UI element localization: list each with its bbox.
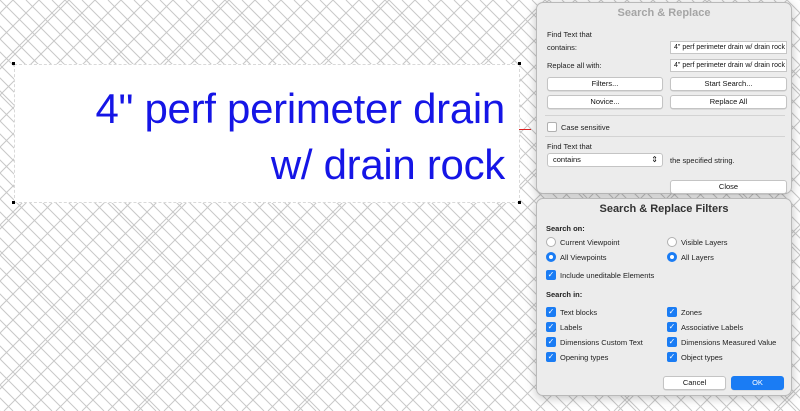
associative-labels-checkbox[interactable]: ✓ [667, 322, 677, 332]
case-sensitive-label: Case sensitive [561, 123, 610, 132]
zones-checkbox[interactable]: ✓ [667, 307, 677, 317]
chevron-updown-icon: ⇕ [651, 155, 658, 164]
ok-button[interactable]: OK [731, 376, 784, 390]
opening-types-label: Opening types [560, 353, 609, 362]
all-viewpoints-label: All Viewpoints [560, 253, 607, 262]
search-replace-dialog: Search & Replace Find Text that contains… [536, 2, 792, 194]
replace-text-field[interactable]: 4" perf perimeter drain w/ drain rock [670, 59, 787, 72]
cancel-button[interactable]: Cancel [663, 376, 726, 390]
all-viewpoints-radio[interactable] [546, 252, 556, 262]
dimensions-measured-value-label: Dimensions Measured Value [681, 338, 777, 347]
selected-text-block[interactable]: 4" perf perimeter drain w/ drain rock [14, 64, 520, 203]
search-on-label: Search on: [546, 224, 585, 233]
match-mode-select[interactable]: contains ⇕ [547, 153, 663, 167]
cursor-crosshair [519, 129, 531, 130]
visible-layers-label: Visible Layers [681, 238, 728, 247]
text-blocks-label: Text blocks [560, 308, 598, 317]
selection-handle[interactable] [12, 201, 15, 204]
find-text-label: Find Text that [547, 30, 592, 39]
start-search-button[interactable]: Start Search... [670, 77, 787, 91]
contains-label: contains: [547, 43, 578, 52]
filters-button[interactable]: Filters... [547, 77, 663, 91]
opening-types-checkbox[interactable]: ✓ [546, 352, 556, 362]
replace-label: Replace all with: [547, 61, 602, 70]
dimensions-custom-text-checkbox[interactable]: ✓ [546, 337, 556, 347]
current-viewpoint-label: Current Viewpoint [560, 238, 620, 247]
dialog-title: Search & Replace Filters [599, 203, 729, 215]
match-mode-suffix: the specified string. [670, 156, 735, 165]
divider [545, 115, 785, 116]
search-replace-filters-dialog: Search & Replace Filters Search on: Curr… [536, 198, 792, 396]
labels-label: Labels [560, 323, 583, 332]
close-button[interactable]: Close [670, 180, 787, 194]
visible-layers-radio[interactable] [667, 237, 677, 247]
labels-checkbox[interactable]: ✓ [546, 322, 556, 332]
selection-handle[interactable] [518, 201, 521, 204]
dimensions-measured-value-checkbox[interactable]: ✓ [667, 337, 677, 347]
associative-labels-label: Associative Labels [681, 323, 744, 332]
find-text-field[interactable]: 4" perf perimeter drain w/ drain rock [670, 41, 787, 54]
case-sensitive-checkbox[interactable] [547, 122, 557, 132]
all-layers-radio[interactable] [667, 252, 677, 262]
dialog-title: Search & Replace [617, 7, 711, 19]
search-in-label: Search in: [546, 290, 583, 299]
text-blocks-checkbox[interactable]: ✓ [546, 307, 556, 317]
zones-label: Zones [681, 308, 702, 317]
dimensions-custom-text-label: Dimensions Custom Text [560, 338, 643, 347]
all-layers-label: All Layers [681, 253, 714, 262]
object-types-checkbox[interactable]: ✓ [667, 352, 677, 362]
selection-handle[interactable] [12, 62, 15, 65]
novice-button[interactable]: Novice... [547, 95, 663, 109]
text-block-line-2: w/ drain rock [270, 141, 505, 188]
match-mode-value: contains [553, 155, 581, 164]
divider [545, 136, 785, 137]
text-block-line-1: 4" perf perimeter drain [95, 85, 505, 132]
selection-handle[interactable] [518, 62, 521, 65]
replace-all-button[interactable]: Replace All [670, 95, 787, 109]
include-uneditable-checkbox[interactable]: ✓ [546, 270, 556, 280]
object-types-label: Object types [681, 353, 723, 362]
current-viewpoint-radio[interactable] [546, 237, 556, 247]
include-uneditable-label: Include uneditable Elements [560, 271, 655, 280]
find-text-that-label: Find Text that [547, 142, 592, 151]
